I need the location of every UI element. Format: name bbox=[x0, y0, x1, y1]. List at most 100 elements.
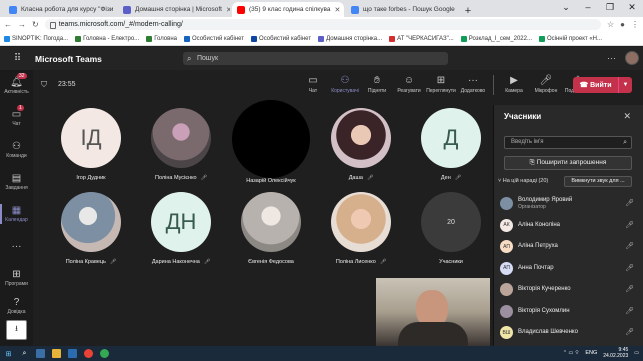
menu-icon[interactable]: ⋮ bbox=[631, 20, 639, 29]
participant-tile[interactable]: ІД Ігор Дудник bbox=[46, 108, 136, 181]
rail-item-teams[interactable]: ⚇ Команди bbox=[0, 134, 33, 166]
task-view-icon[interactable] bbox=[36, 349, 45, 358]
camera-button[interactable]: ▶︎ Камера bbox=[498, 75, 530, 95]
mic-off-icon: 🎤︎ bbox=[200, 175, 207, 181]
participant-name: Ден bbox=[440, 175, 451, 181]
notifications-icon[interactable]: ▭ bbox=[634, 350, 639, 356]
participant-tile[interactable]: Даша 🎤︎ bbox=[316, 108, 406, 181]
bookmark-item[interactable]: Головна - Електро... bbox=[75, 35, 139, 42]
bookmark-item[interactable]: Головна bbox=[146, 35, 177, 42]
list-item[interactable]: АП Аліна Петруха 🎤︎ bbox=[500, 236, 640, 258]
chat-button[interactable]: ▭ Чат bbox=[297, 75, 329, 95]
maximize-icon[interactable]: ❐ bbox=[599, 0, 621, 15]
list-item[interactable]: Володимир Яровий Організатор 🎤︎ bbox=[500, 193, 640, 215]
mail-icon[interactable] bbox=[68, 349, 77, 358]
bookmark-item[interactable]: Особистий кабінет bbox=[251, 35, 311, 42]
bookmark-item[interactable]: Особистий кабінет bbox=[183, 35, 244, 42]
chrome-icon[interactable] bbox=[100, 349, 109, 358]
search-icon[interactable]: ⌕ bbox=[20, 349, 29, 358]
app-launcher-icon[interactable]: ⠿ bbox=[0, 53, 35, 64]
clock[interactable]: 9:45 24.02.2023 bbox=[603, 347, 628, 359]
mic-button[interactable]: 🎤︎ Мікрофон bbox=[530, 75, 562, 95]
rail-item-activity[interactable]: 🔔︎ 32 Активність bbox=[0, 70, 33, 102]
participant-tile[interactable]: Євгенія Федосова bbox=[226, 192, 316, 265]
file-explorer-icon[interactable] bbox=[52, 349, 61, 358]
search-input[interactable]: Пошук bbox=[183, 52, 448, 65]
rail-item-assignments[interactable]: ▤ Завдання bbox=[0, 166, 33, 198]
new-tab-button[interactable]: + bbox=[460, 5, 476, 17]
participant-tile[interactable]: ДН Дарина Наконечна 🎤︎ bbox=[136, 192, 226, 265]
browser-tab[interactable]: Класна робота для курсу "Фізи✕ bbox=[4, 2, 116, 17]
app-rail: 🔔︎ 32 Активність ▭ 1 Чат ⚇ Команди ▤ Завдання … bbox=[0, 70, 33, 346]
react-icon: ☺ bbox=[403, 75, 415, 86]
browser-tab-strip: Класна робота для курсу "Фізи✕ Домашня с… bbox=[0, 0, 643, 17]
avatar bbox=[61, 192, 121, 252]
mic-off-icon: 🎤︎ bbox=[625, 243, 634, 250]
rail-item-help[interactable]: ? Довідка bbox=[0, 290, 33, 322]
participant-tile[interactable]: Поліна Кравець 🎤︎ bbox=[46, 192, 136, 265]
bookmark-item[interactable]: АТ "ЧЕРКАСИГАЗ"... bbox=[389, 35, 454, 42]
bookmark-item[interactable]: Домашня сторінка... bbox=[318, 35, 382, 42]
more-icon: ··· bbox=[468, 75, 478, 86]
list-item[interactable]: Вікторія Кучеренко 🎤︎ bbox=[500, 279, 640, 301]
close-icon[interactable]: ✕ bbox=[623, 111, 631, 122]
minimize-icon[interactable]: – bbox=[577, 0, 599, 15]
browser-tab[interactable]: Домашня сторінка | Microsoft ✕ bbox=[118, 2, 230, 17]
participant-tile[interactable]: Поліна Лисенко 🎤︎ bbox=[316, 192, 406, 265]
close-icon[interactable]: ✕ bbox=[334, 6, 340, 14]
url-field[interactable]: teams.microsoft.com/_#/modern-calling/ bbox=[44, 19, 601, 30]
participant-tile[interactable]: Назарій Олексійчук bbox=[226, 100, 316, 184]
reload-icon[interactable]: ↻ bbox=[32, 20, 39, 29]
bookmark-item[interactable]: SINOPTIK: Погода... bbox=[4, 35, 68, 42]
raise-hand-button[interactable]: ✋︎ Підняти bbox=[361, 75, 393, 95]
star-icon[interactable]: ☆ bbox=[607, 20, 614, 29]
more-actions-button[interactable]: ··· Додатково bbox=[457, 75, 489, 95]
section-header[interactable]: ˅ На цій нараді (20) bbox=[498, 178, 548, 184]
avatar[interactable] bbox=[625, 51, 639, 65]
tray-icons[interactable]: ⌃ ▭ ⌔ bbox=[563, 350, 579, 356]
download-icon[interactable]: ⭳ bbox=[6, 320, 27, 340]
list-item[interactable]: АК Аліна Коноліна 🎤︎ bbox=[500, 215, 640, 237]
more-participants-tile[interactable]: 20 Учасники bbox=[406, 192, 496, 265]
windows-start-icon[interactable]: ⊞ bbox=[4, 349, 13, 358]
address-bar-row: ← → ↻ teams.microsoft.com/_#/modern-call… bbox=[0, 17, 643, 32]
avatar bbox=[500, 304, 513, 318]
close-window-icon[interactable]: ✕ bbox=[621, 0, 643, 15]
profile-icon[interactable]: ● bbox=[620, 20, 625, 29]
bookmark-favicon-icon bbox=[4, 35, 10, 42]
tab-favicon bbox=[351, 5, 359, 14]
avatar bbox=[232, 100, 310, 178]
teams-icon: ⚇ bbox=[12, 141, 21, 152]
participant-name: Учасники bbox=[439, 259, 463, 265]
browser-tab[interactable]: що таке forbes - Пошук Google✕ bbox=[346, 2, 458, 17]
chevron-down-icon[interactable]: ▼ bbox=[618, 77, 632, 93]
participant-search-input[interactable]: Введіть ім'я ⌕ bbox=[504, 136, 632, 149]
people-button[interactable]: ⚇ Користувачі bbox=[329, 75, 361, 95]
mute-all-button[interactable]: Вимкнути звук для ... bbox=[564, 176, 632, 187]
more-options-icon[interactable]: ··· bbox=[607, 53, 616, 63]
rail-item-calendar[interactable]: ▦ Календар bbox=[0, 198, 33, 230]
rail-item-more[interactable]: ··· bbox=[0, 230, 33, 262]
bookmark-favicon-icon bbox=[251, 35, 258, 42]
rail-item-chat[interactable]: ▭ 1 Чат bbox=[0, 102, 33, 134]
language-indicator[interactable]: ENG bbox=[585, 350, 597, 356]
bookmark-item[interactable]: Осінній проект «Н... bbox=[538, 35, 602, 42]
react-button[interactable]: ☺ Реагувати bbox=[393, 75, 425, 95]
leave-button[interactable]: ☎ Вийти ▼ bbox=[573, 77, 632, 93]
avatar: ВШ bbox=[500, 326, 513, 340]
bookmark-item[interactable]: Розклад_І_сем_2022... bbox=[460, 35, 532, 42]
close-icon[interactable]: ✕ bbox=[226, 6, 230, 14]
tab-search-icon[interactable]: ⌄ bbox=[555, 0, 577, 15]
share-invite-button[interactable]: ⎘ Поширити запрошення bbox=[504, 156, 632, 170]
list-item[interactable]: ВШ Владислав Шевченко 🎤︎ bbox=[500, 322, 640, 344]
view-button[interactable]: ⊞ Переглянути bbox=[425, 75, 457, 95]
list-item[interactable]: Вікторія Сухомлин 🎤︎ bbox=[500, 301, 640, 323]
back-icon[interactable]: ← bbox=[4, 20, 12, 29]
list-item[interactable]: АП Анна Почтар 🎤︎ bbox=[500, 258, 640, 280]
participant-tile[interactable]: Поліна Мусієнко 🎤︎ bbox=[136, 108, 226, 181]
forward-icon[interactable]: → bbox=[18, 20, 26, 29]
chrome-icon[interactable] bbox=[84, 349, 93, 358]
browser-tab-active[interactable]: (35) 9 клас година спілкува ✕ bbox=[232, 2, 344, 17]
participant-tile[interactable]: Д Ден 🎤︎ bbox=[406, 108, 496, 181]
people-icon: ⚇ bbox=[340, 75, 350, 86]
